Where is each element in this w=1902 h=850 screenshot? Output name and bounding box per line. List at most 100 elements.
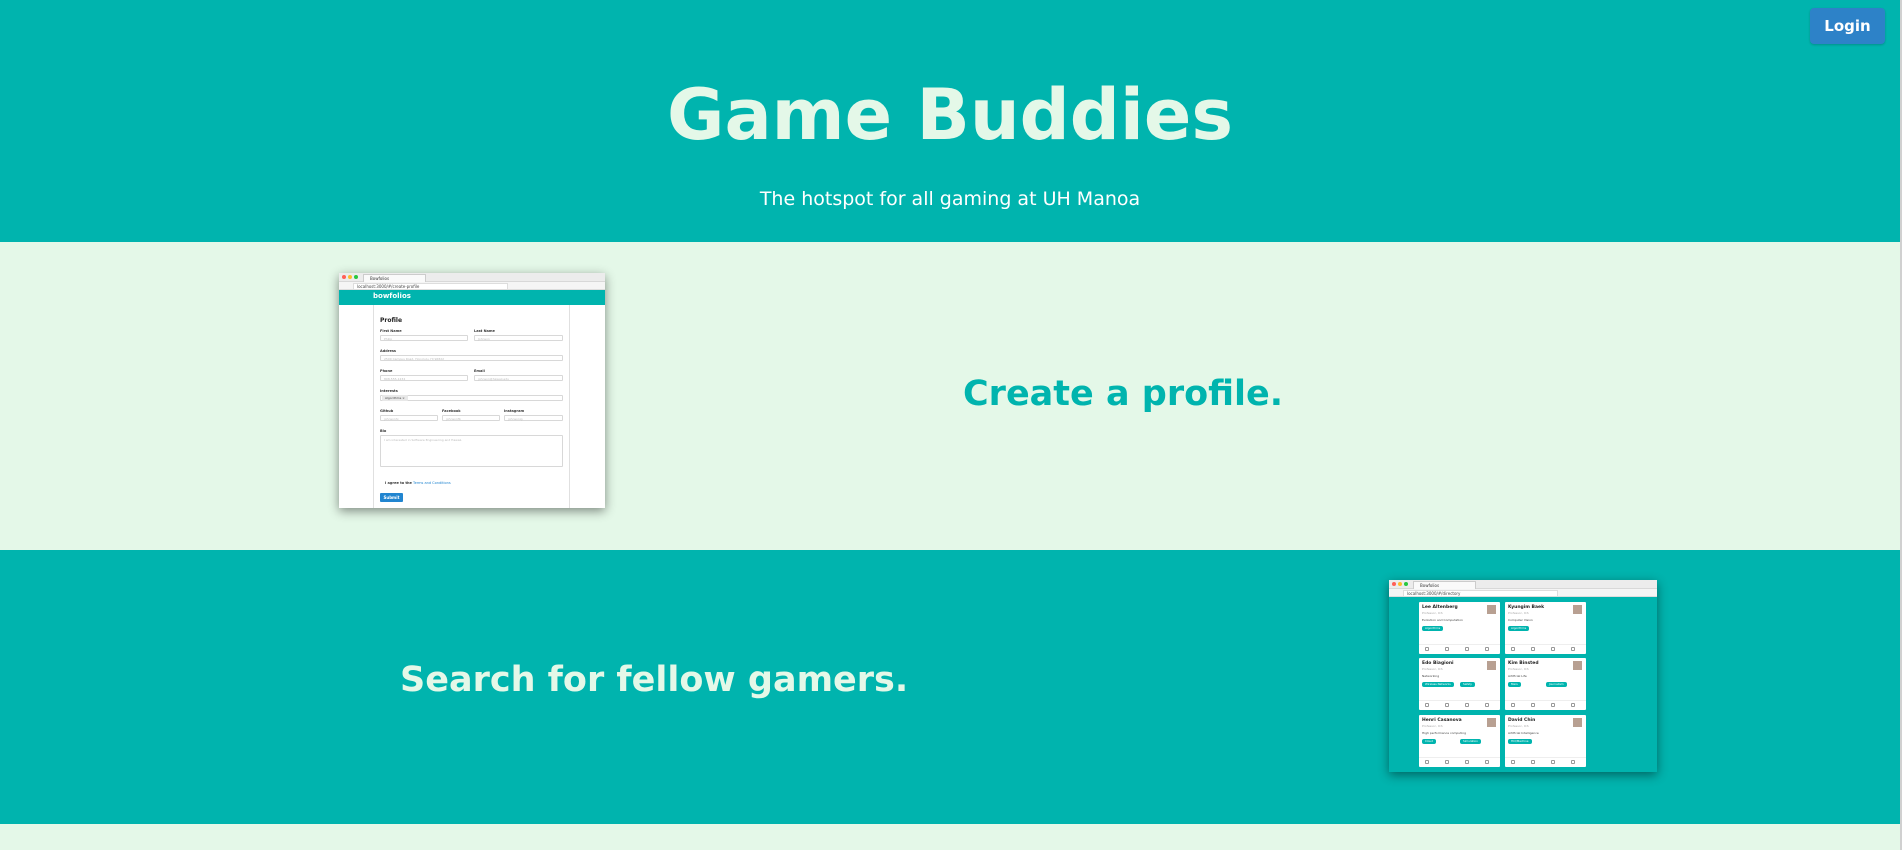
url-field: localhost:3000/#/directory — [1403, 590, 1558, 597]
profile-form: Profile First Name Last Name Philip John… — [373, 305, 570, 508]
minimize-dot-icon — [348, 275, 352, 279]
interest-tag: Mars — [1508, 682, 1521, 687]
browser-tab: Bowfolios — [363, 274, 426, 282]
maximize-dot-icon — [354, 275, 358, 279]
github-icon — [1445, 703, 1449, 707]
card-footer — [1419, 700, 1500, 710]
first-name-label: First Name — [380, 329, 402, 333]
interest-tag: Journalism — [1546, 682, 1567, 687]
profile-card: Kim Binsted Professor, ICS Artificial Life… — [1505, 658, 1586, 710]
github-field: johnsonhi — [380, 415, 438, 421]
facebook-icon — [1465, 647, 1469, 651]
avatar — [1487, 718, 1496, 727]
github-icon — [1445, 647, 1449, 651]
facebook-icon — [1465, 703, 1469, 707]
instagram-icon — [1571, 703, 1575, 707]
card-name: Kim Binsted — [1508, 661, 1539, 666]
card-name: Henri Casanova — [1422, 718, 1462, 723]
instagram-icon — [1571, 760, 1575, 764]
avatar — [1573, 605, 1582, 614]
instagram-icon — [1485, 647, 1489, 651]
card-footer — [1419, 644, 1500, 654]
email-icon — [1425, 647, 1429, 651]
instagram-label: Instagram — [504, 409, 525, 413]
email-field: johnson@hawaii.edu — [474, 375, 563, 381]
card-title: Professor, ICS — [1422, 667, 1443, 671]
create-profile-heading: Create a profile. — [963, 374, 1284, 414]
browser-urlbar: localhost:3000/#/create-profile — [339, 282, 605, 290]
github-icon — [1531, 647, 1535, 651]
card-description: Evolution and Computation — [1422, 618, 1463, 622]
github-icon — [1531, 703, 1535, 707]
card-name: Lee Altenberg — [1422, 605, 1458, 610]
hero-banner: Login Game Buddies The hotspot for all g… — [0, 0, 1900, 242]
profile-card: Edo Biagioni Professor, ICS Networking Wire… — [1419, 658, 1500, 710]
card-description: Artificial Intelligence — [1508, 731, 1539, 735]
card-title: Professor, ICS — [1508, 724, 1529, 728]
interest-tag: Cloud — [1422, 739, 1436, 744]
form-title: Profile — [380, 317, 403, 324]
avatar — [1573, 718, 1582, 727]
card-name: David Chin — [1508, 718, 1536, 723]
search-gamers-heading: Search for fellow gamers. — [400, 660, 909, 700]
bio-field: I am interested in Software Engineering … — [380, 435, 563, 467]
page-subtitle: The hotspot for all gaming at UH Manoa — [759, 188, 1141, 210]
email-icon — [1511, 703, 1515, 707]
browser-tab: Bowfolios — [1413, 581, 1476, 589]
last-name-label: Last Name — [474, 329, 495, 333]
browser-tabbar: Bowfolios — [1389, 580, 1657, 589]
card-title: Professor, ICS — [1508, 667, 1529, 671]
first-name-field: Philip — [380, 335, 468, 341]
bottom-section — [0, 824, 1900, 850]
instagram-icon — [1485, 703, 1489, 707]
email-icon — [1425, 760, 1429, 764]
close-dot-icon — [1392, 582, 1396, 586]
card-description: Networking — [1422, 674, 1440, 678]
app-brand: bowfolios — [373, 292, 411, 300]
card-description: Artificial Life — [1508, 674, 1527, 678]
card-title: Professor, ICS — [1422, 611, 1443, 615]
url-field: localhost:3000/#/create-profile — [353, 283, 508, 290]
profile-screenshot: Bowfolios localhost:3000/#/create-profil… — [339, 273, 605, 508]
last-name-field: Johnson — [474, 335, 563, 341]
card-description: Computer Vision — [1508, 618, 1533, 622]
profile-card: Kyungim Baek Professor, ICS Computer Visio… — [1505, 602, 1586, 654]
facebook-icon — [1551, 647, 1555, 651]
card-description: High performance computing — [1422, 731, 1467, 735]
email-icon — [1511, 647, 1515, 651]
card-title: Professor, ICS — [1422, 724, 1443, 728]
email-icon — [1425, 703, 1429, 707]
github-icon — [1445, 760, 1449, 764]
address-label: Address — [380, 349, 396, 353]
instagram-icon — [1571, 647, 1575, 651]
card-footer — [1505, 757, 1586, 767]
terms-checkbox-label: I agree to the Terms and Conditions — [385, 481, 451, 485]
page-title: Game Buddies — [666, 74, 1233, 156]
profile-card: David Chin Professor, ICS Artificial Intel… — [1505, 715, 1586, 767]
card-name: Edo Biagioni — [1422, 661, 1454, 666]
facebook-icon — [1465, 760, 1469, 764]
app-navbar: bowfolios — [339, 290, 605, 305]
interest-tag: HCI/Machine — [1508, 739, 1532, 744]
email-icon — [1511, 760, 1515, 764]
interest-tag: Wireless Networks — [1422, 682, 1454, 687]
login-button[interactable]: Login — [1810, 8, 1885, 44]
interest-tag: Algorithms — [1508, 626, 1530, 631]
profile-card: Lee Altenberg Professor, ICS Evolution and… — [1419, 602, 1500, 654]
address-field: 2500 Campus Road, Honolulu, HI 96822 — [380, 355, 563, 361]
interest-tag: Safety — [1460, 682, 1475, 687]
browser-tabbar: Bowfolios — [339, 273, 605, 282]
phone-label: Phone — [380, 369, 393, 373]
email-label: Email — [474, 369, 485, 373]
interest-tag: Algorithms — [1422, 626, 1444, 631]
card-footer — [1419, 757, 1500, 767]
bio-label: Bio — [380, 429, 387, 433]
card-footer — [1505, 700, 1586, 710]
search-screenshot: Bowfolios localhost:3000/#/directory Lee… — [1389, 580, 1657, 772]
instagram-field: johnsonig — [504, 415, 563, 421]
github-icon — [1531, 760, 1535, 764]
profile-feature-section — [0, 242, 1900, 550]
submit-button: Submit — [380, 493, 403, 502]
avatar — [1573, 661, 1582, 670]
facebook-label: Facebook — [442, 409, 461, 413]
